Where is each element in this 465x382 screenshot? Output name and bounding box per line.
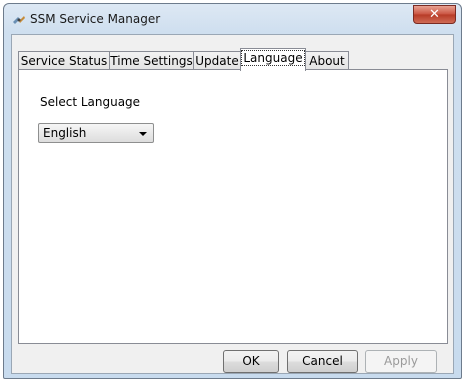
dialog-client-area: Service Status Time Settings Update Lang… bbox=[11, 34, 454, 374]
cancel-button[interactable]: Cancel bbox=[287, 350, 358, 373]
select-language-label: Select Language bbox=[40, 95, 141, 109]
ok-button[interactable]: OK bbox=[223, 350, 279, 373]
language-select-value: English bbox=[43, 126, 87, 140]
apply-button[interactable]: Apply bbox=[365, 350, 437, 373]
chevron-down-icon bbox=[139, 132, 147, 136]
tab-about[interactable]: About bbox=[305, 51, 349, 70]
title-bar[interactable]: SSM Service Manager ✕ bbox=[4, 4, 461, 34]
dialog-window: SSM Service Manager ✕ Service Status Tim… bbox=[3, 3, 462, 379]
close-icon: ✕ bbox=[429, 7, 440, 22]
close-button[interactable]: ✕ bbox=[413, 5, 456, 24]
language-select[interactable]: English bbox=[38, 123, 154, 143]
language-tab-panel: Select Language English bbox=[18, 69, 448, 344]
tab-time-settings[interactable]: Time Settings bbox=[109, 51, 194, 70]
ssm-app-icon bbox=[13, 16, 25, 24]
window-title: SSM Service Manager bbox=[30, 12, 161, 26]
tab-update[interactable]: Update bbox=[193, 51, 241, 70]
tab-language[interactable]: Language bbox=[240, 48, 306, 71]
tab-service-status[interactable]: Service Status bbox=[18, 51, 110, 70]
